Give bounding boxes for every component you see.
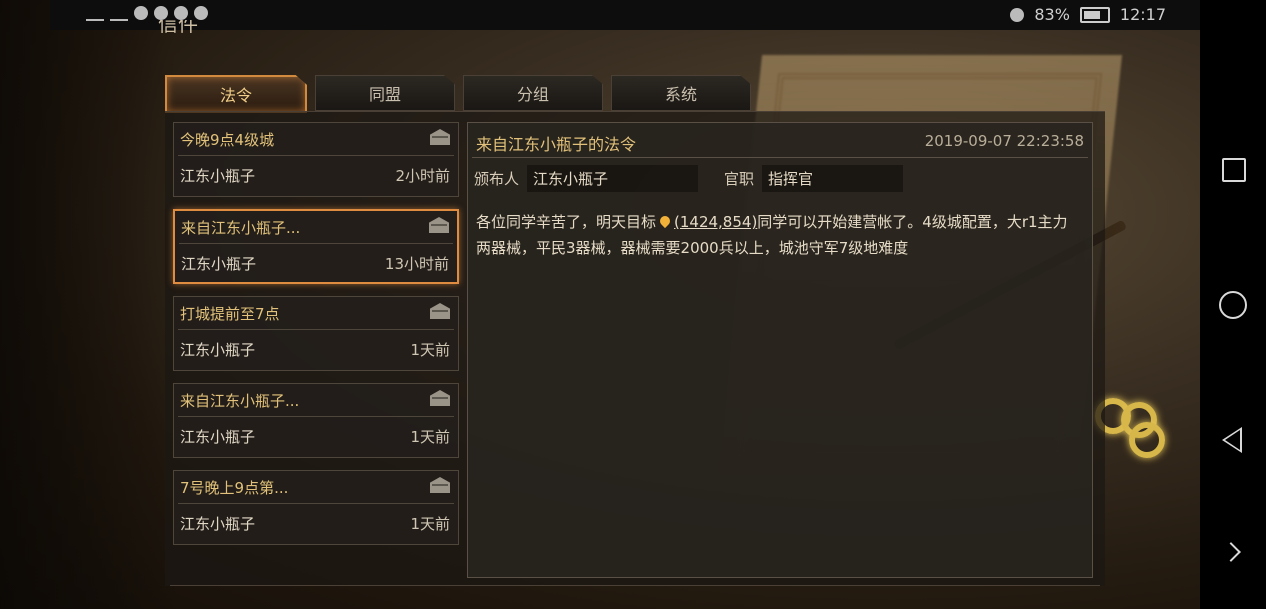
mail-sender: 江东小瓶子	[180, 515, 256, 533]
mail-detail-date: 2019-09-07 22:23:58	[924, 132, 1084, 150]
divider	[179, 243, 453, 244]
tab-alliance[interactable]: 同盟	[315, 75, 455, 111]
envelope-icon	[430, 477, 450, 493]
mail-subject: 来自江东小瓶子...	[181, 219, 301, 237]
clock: 12:17	[1119, 5, 1166, 24]
mail-meta: 颁布人 江东小瓶子 官职 指挥官	[474, 165, 929, 192]
mail-time: 1天前	[410, 515, 450, 533]
mail-item-selected[interactable]: 来自江东小瓶子... 江东小瓶子 13小时前	[173, 209, 459, 284]
divider	[170, 585, 1100, 586]
envelope-icon	[430, 390, 450, 406]
mail-sender: 江东小瓶子	[180, 428, 256, 446]
recents-icon[interactable]	[1222, 158, 1246, 182]
chat-icon	[154, 6, 168, 20]
chevron-right-icon[interactable]	[1221, 542, 1241, 562]
mail-detail: 来自江东小瓶子的法令 2019-09-07 22:23:58 颁布人 江东小瓶子…	[467, 122, 1093, 578]
battery-percent: 83%	[1034, 5, 1070, 24]
back-icon[interactable]	[1222, 427, 1242, 453]
alarm-icon	[1010, 7, 1025, 22]
home-icon[interactable]	[1219, 291, 1247, 319]
envelope-icon	[430, 129, 450, 145]
location-pin-icon[interactable]	[657, 213, 673, 229]
mail-item[interactable]: 打城提前至7点 江东小瓶子 1天前	[173, 296, 459, 371]
status-bar: 83% 12:17	[50, 0, 1200, 30]
signal-icon	[110, 5, 128, 21]
divider	[178, 416, 454, 417]
divider	[178, 155, 454, 156]
mail-detail-title: 来自江东小瓶子的法令	[476, 135, 637, 154]
mail-sender: 江东小瓶子	[180, 341, 256, 359]
cloud-icon	[174, 6, 188, 20]
mail-subject: 来自江东小瓶子...	[180, 392, 300, 410]
navigation-bar	[1200, 0, 1266, 609]
battery-icon	[1079, 6, 1110, 23]
signal-icon	[86, 5, 104, 21]
mail-list: 今晚9点4级城 江东小瓶子 2小时前 来自江东小瓶子... 江东小瓶子 13小时…	[173, 122, 461, 557]
status-icons	[86, 5, 208, 21]
wifi-icon	[134, 6, 148, 20]
mail-time: 1天前	[410, 428, 450, 446]
tab-decree[interactable]: 法令	[165, 75, 307, 113]
mail-sender: 江东小瓶子	[180, 167, 256, 185]
mail-panel: 今晚9点4级城 江东小瓶子 2小时前 来自江东小瓶子... 江东小瓶子 13小时…	[165, 111, 1105, 586]
tab-system[interactable]: 系统	[611, 75, 751, 111]
divider	[178, 329, 454, 330]
publisher-label: 颁布人	[474, 170, 520, 188]
envelope-icon	[429, 217, 449, 233]
divider	[472, 157, 1088, 158]
mail-time: 2小时前	[395, 167, 450, 185]
publisher-value: 江东小瓶子	[527, 165, 699, 192]
mail-item[interactable]: 今晚9点4级城 江东小瓶子 2小时前	[173, 122, 459, 197]
rank-label: 官职	[724, 170, 755, 188]
mail-time: 1天前	[410, 341, 450, 359]
window-title: 信件	[158, 20, 198, 34]
mail-subject: 今晚9点4级城	[180, 131, 275, 149]
notification-icon	[194, 6, 208, 20]
tab-group[interactable]: 分组	[463, 75, 603, 111]
divider	[178, 503, 454, 504]
tab-bar: 法令 同盟 分组 系统	[165, 75, 751, 113]
mail-body: 各位同学辛苦了，明天目标 (1424,854)同学可以开始建营帐了。4级城配置，大…	[476, 209, 1082, 261]
background-shade	[0, 0, 180, 609]
mail-subject: 打城提前至7点	[180, 305, 280, 323]
rank-value: 指挥官	[762, 165, 904, 192]
mail-subject: 7号晚上9点第...	[180, 479, 289, 497]
mail-sender: 江东小瓶子	[181, 255, 257, 273]
mail-item[interactable]: 来自江东小瓶子... 江东小瓶子 1天前	[173, 383, 459, 458]
mail-item[interactable]: 7号晚上9点第... 江东小瓶子 1天前	[173, 470, 459, 545]
coordinate-link[interactable]: (1424,854)	[674, 213, 757, 231]
envelope-icon	[430, 303, 450, 319]
mail-time: 13小时前	[384, 255, 449, 273]
body-text-before: 各位同学辛苦了，明天目标	[476, 213, 657, 231]
